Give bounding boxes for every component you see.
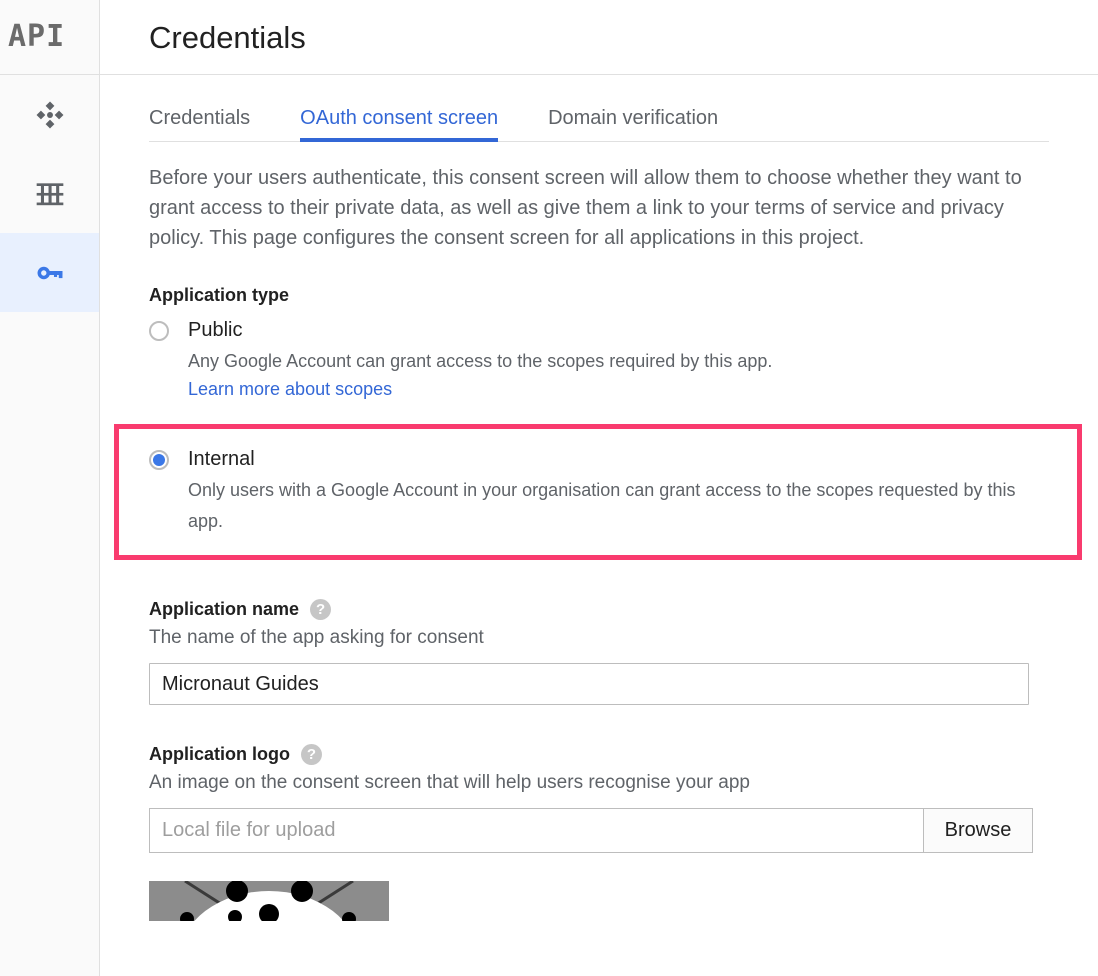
help-icon[interactable]: ? [310, 599, 332, 620]
tab-domain-verification[interactable]: Domain verification [548, 95, 718, 141]
application-name-help-text: The name of the app asking for consent [149, 627, 484, 648]
radio-public-indicator[interactable] [149, 321, 169, 341]
radio-option-internal[interactable]: Internal Only users with a Google Accoun… [149, 447, 1077, 537]
application-name-input[interactable] [149, 663, 1029, 705]
radio-public-body: Public Any Google Account can grant acce… [188, 318, 1098, 401]
api-logo: API [0, 0, 99, 75]
sidebar-item-library[interactable] [0, 154, 99, 233]
application-name-label-row: Application name ? [149, 599, 1098, 620]
application-type-label: Application type [149, 285, 290, 305]
tab-credentials[interactable]: Credentials [149, 95, 250, 141]
application-logo-preview [149, 881, 389, 921]
internal-option-highlight-box: Internal Only users with a Google Accoun… [114, 424, 1082, 560]
tab-bar: Credentials OAuth consent screen Domain … [149, 75, 1049, 142]
application-logo-label: Application logo [149, 744, 290, 764]
application-logo-file-input[interactable] [149, 808, 923, 853]
tab-oauth-consent-screen[interactable]: OAuth consent screen [300, 95, 498, 142]
help-icon[interactable]: ? [301, 744, 322, 765]
dashboard-diamond-icon [33, 98, 67, 132]
application-type-radio-group: Public Any Google Account can grant acce… [114, 318, 1098, 560]
page-title: Credentials [149, 19, 306, 55]
browse-button[interactable]: Browse [923, 808, 1033, 853]
application-name-label: Application name [149, 599, 300, 619]
radio-option-public[interactable]: Public Any Google Account can grant acce… [149, 318, 1098, 401]
radio-internal-description: Only users with a Google Account in your… [188, 480, 1016, 531]
library-pillars-icon [34, 178, 66, 210]
page-content: Credentials OAuth consent screen Domain … [100, 75, 1098, 976]
application-name-field-block: Application name ? The name of the app a… [149, 599, 1098, 705]
application-logo-label-row: Application logo ? [149, 744, 1098, 765]
left-nav-rail: API [0, 0, 100, 976]
radio-public-description: Any Google Account can grant access to t… [188, 351, 773, 371]
application-logo-field-block: Application logo ? An image on the conse… [149, 744, 1098, 921]
application-logo-help-text: An image on the consent screen that will… [149, 772, 750, 793]
key-icon [33, 256, 67, 290]
consent-screen-description: Before your users authenticate, this con… [149, 167, 1022, 249]
sidebar-item-dashboard[interactable] [0, 75, 99, 154]
learn-more-about-scopes-link[interactable]: Learn more about scopes [188, 377, 392, 401]
radio-internal-body: Internal Only users with a Google Accoun… [188, 447, 1077, 537]
radio-public-title: Public [188, 319, 243, 341]
radio-internal-indicator[interactable] [149, 450, 169, 470]
api-logo-text: API [8, 19, 66, 54]
page-header: Credentials [100, 0, 1098, 75]
radio-internal-title: Internal [188, 448, 255, 470]
main-column: Credentials Credentials OAuth consent sc… [100, 0, 1098, 976]
sidebar-item-credentials[interactable] [0, 233, 99, 312]
app-root: API Credentials Credentials OAuth consen… [0, 0, 1098, 976]
application-logo-upload-row: Browse [149, 808, 1033, 853]
